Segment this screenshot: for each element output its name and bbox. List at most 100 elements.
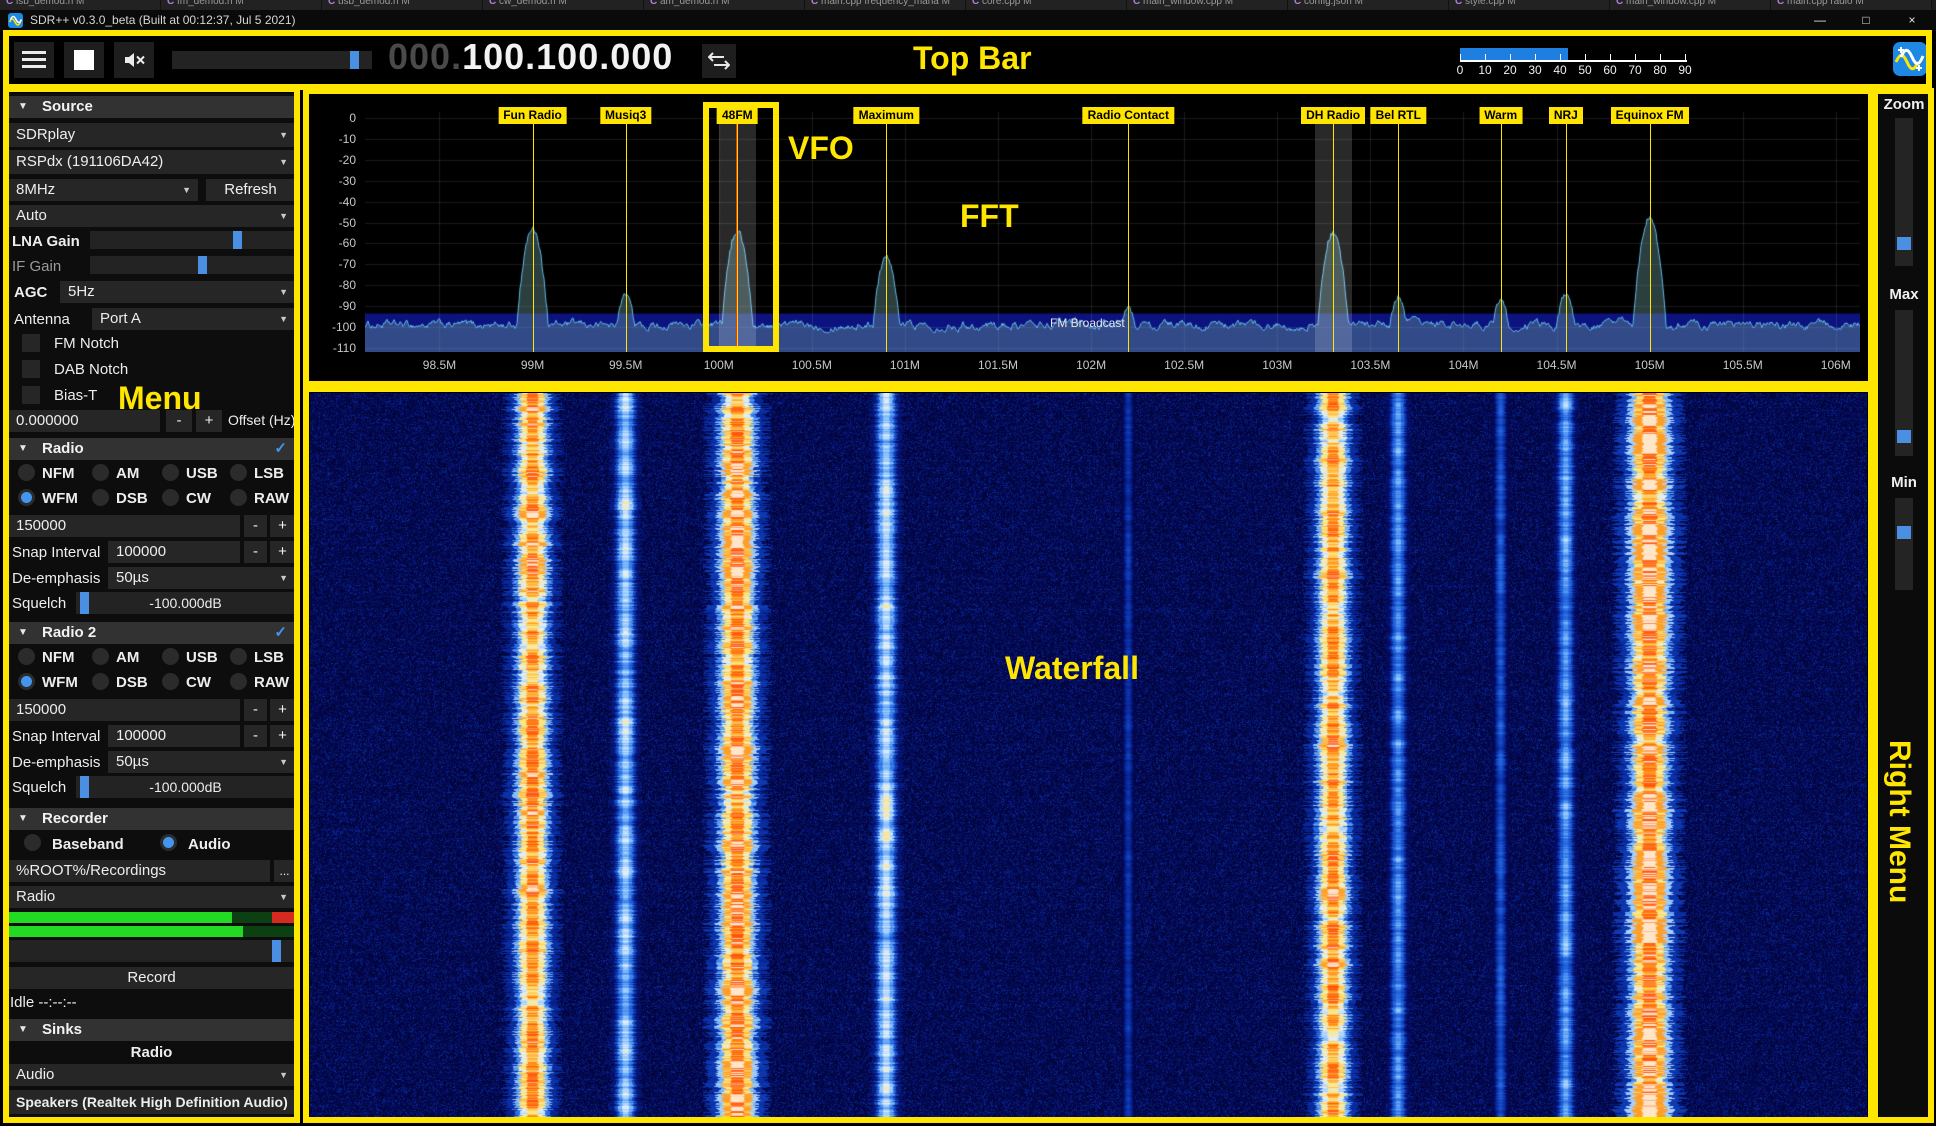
volume-slider[interactable]	[172, 51, 372, 69]
mode-radio-usb[interactable]	[162, 648, 179, 665]
radio1-bw-plus-button[interactable]: +	[270, 515, 295, 537]
radio1-bw-minus-button[interactable]: -	[244, 515, 267, 537]
zoom-slider[interactable]	[1895, 118, 1913, 266]
editor-tab[interactable]: C style.cpp M	[1449, 0, 1610, 10]
station-label[interactable]: NRJ	[1549, 107, 1583, 124]
enabled-check-icon[interactable]: ✓	[274, 622, 287, 644]
agc-select[interactable]: 5Hz▼	[60, 281, 295, 303]
tuning-mode-button[interactable]	[702, 44, 736, 78]
dab-notch-checkbox[interactable]	[22, 360, 40, 378]
radio2-section-header[interactable]: ▼Radio 2✓	[8, 622, 295, 644]
mode-radio-wfm[interactable]	[18, 673, 35, 690]
mode-label-raw[interactable]: RAW	[254, 674, 289, 691]
mode-radio-cw[interactable]	[162, 673, 179, 690]
editor-tab[interactable]: C main_window.cpp M	[1610, 0, 1771, 10]
editor-tab[interactable]: C isb_demod.h M	[0, 0, 161, 10]
radio2-bw-plus-button[interactable]: +	[270, 699, 295, 721]
mode-radio-dsb[interactable]	[92, 489, 109, 506]
radio1-squelch-slider[interactable]: -100.000dB	[76, 592, 295, 614]
recorder-browse-button[interactable]: ...	[274, 860, 295, 882]
mode-radio-lsb[interactable]	[230, 464, 247, 481]
fm-notch-checkbox[interactable]	[22, 334, 40, 352]
mode-radio-dsb[interactable]	[92, 673, 109, 690]
bias-t-checkbox[interactable]	[22, 386, 40, 404]
editor-tab[interactable]: C core.cpp M	[966, 0, 1127, 10]
mode-radio-lsb[interactable]	[230, 648, 247, 665]
max-slider[interactable]	[1895, 310, 1913, 456]
radio1-snap-input[interactable]: 100000	[108, 541, 240, 563]
station-label[interactable]: Radio Contact	[1083, 107, 1174, 124]
mode-radio-nfm[interactable]	[18, 464, 35, 481]
sink-device-select[interactable]: Speakers (Realtek High Definition Audio)	[8, 1090, 295, 1114]
maximize-button[interactable]: □	[1844, 10, 1888, 31]
recorder-stream-select[interactable]: Radio▼	[8, 886, 295, 908]
right-menu-scrollbar[interactable]	[1868, 198, 1874, 256]
station-label[interactable]: Equinox FM	[1611, 107, 1689, 124]
mode-radio-am[interactable]	[92, 464, 109, 481]
mode-radio-usb[interactable]	[162, 464, 179, 481]
mode-label-lsb[interactable]: LSB	[254, 465, 284, 482]
mode-radio-am[interactable]	[92, 648, 109, 665]
editor-tab[interactable]: C main.cpp radio M	[1771, 0, 1932, 10]
mode-label-nfm[interactable]: NFM	[42, 649, 75, 666]
radio1-deemphasis-select[interactable]: 50µs▼	[108, 567, 295, 589]
editor-tab[interactable]: C am_demod.h M	[644, 0, 805, 10]
station-label[interactable]: Maximum	[854, 107, 919, 124]
mode-radio-wfm[interactable]	[18, 489, 35, 506]
close-button[interactable]: ×	[1890, 10, 1934, 31]
editor-tab[interactable]: C cw_demod.h M	[483, 0, 644, 10]
source-driver-select[interactable]: SDRplay▼	[8, 123, 295, 147]
radio1-snap-minus-button[interactable]: -	[244, 541, 267, 563]
recorder-volume-slider[interactable]	[8, 940, 295, 962]
mute-button[interactable]	[114, 42, 154, 78]
radio2-snap-input[interactable]: 100000	[108, 725, 240, 747]
radio2-bandwidth-input[interactable]: 150000	[8, 699, 240, 721]
min-slider[interactable]	[1895, 498, 1913, 590]
mode-label-am[interactable]: AM	[116, 649, 139, 666]
editor-tab[interactable]: C main_window.cpp M	[1127, 0, 1288, 10]
editor-tab[interactable]: C main.cpp frequency_mana M	[805, 0, 966, 10]
radio1-snap-plus-button[interactable]: +	[270, 541, 295, 563]
sink-type-select[interactable]: Audio▼	[8, 1064, 295, 1086]
lna-gain-slider[interactable]	[90, 231, 295, 249]
record-button[interactable]: Record	[8, 967, 295, 989]
mode-label-lsb[interactable]: LSB	[254, 649, 284, 666]
recorder-path-input[interactable]: %ROOT%/Recordings	[8, 860, 270, 882]
mode-radio-nfm[interactable]	[18, 648, 35, 665]
antenna-select[interactable]: Port A▼	[92, 308, 295, 330]
mode-label-cw[interactable]: CW	[186, 674, 211, 691]
mode-radio-raw[interactable]	[230, 489, 247, 506]
mode-label-am[interactable]: AM	[116, 465, 139, 482]
radio2-snap-minus-button[interactable]: -	[244, 725, 267, 747]
gain-mode-select[interactable]: Auto▼	[8, 205, 295, 227]
sinks-section-header[interactable]: ▼Sinks	[8, 1019, 295, 1041]
radio2-deemphasis-select[interactable]: 50µs▼	[108, 751, 295, 773]
mode-label-usb[interactable]: USB	[186, 649, 218, 666]
mode-label-wfm[interactable]: WFM	[42, 490, 78, 507]
mode-label-wfm[interactable]: WFM	[42, 674, 78, 691]
radio2-snap-plus-button[interactable]: +	[270, 725, 295, 747]
radio1-bandwidth-input[interactable]: 150000	[8, 515, 240, 537]
mode-label-cw[interactable]: CW	[186, 490, 211, 507]
if-gain-slider[interactable]	[90, 256, 295, 274]
radio2-squelch-slider[interactable]: -100.000dB	[76, 776, 295, 798]
radio2-bw-minus-button[interactable]: -	[244, 699, 267, 721]
volume-slider-handle[interactable]	[350, 51, 359, 69]
mode-radio-cw[interactable]	[162, 489, 179, 506]
recorder-section-header[interactable]: ▼Recorder	[8, 808, 295, 830]
mode-label-usb[interactable]: USB	[186, 465, 218, 482]
mode-label-dsb[interactable]: DSB	[116, 490, 148, 507]
waterfall-canvas[interactable]	[310, 393, 1867, 1117]
mode-radio-raw[interactable]	[230, 673, 247, 690]
station-label[interactable]: Musiq3	[600, 107, 651, 124]
source-section-header[interactable]: ▼Source	[8, 96, 295, 118]
mode-label-raw[interactable]: RAW	[254, 490, 289, 507]
refresh-button[interactable]: Refresh	[206, 179, 295, 201]
frequency-display[interactable]: 000.100.100.000	[388, 36, 673, 78]
station-label[interactable]: DH Radio	[1301, 107, 1365, 124]
station-label[interactable]: 48FM	[717, 107, 758, 124]
editor-tab[interactable]: C config.json M	[1288, 0, 1449, 10]
station-label[interactable]: Fun Radio	[498, 107, 567, 124]
mode-label-dsb[interactable]: DSB	[116, 674, 148, 691]
enabled-check-icon[interactable]: ✓	[274, 438, 287, 460]
